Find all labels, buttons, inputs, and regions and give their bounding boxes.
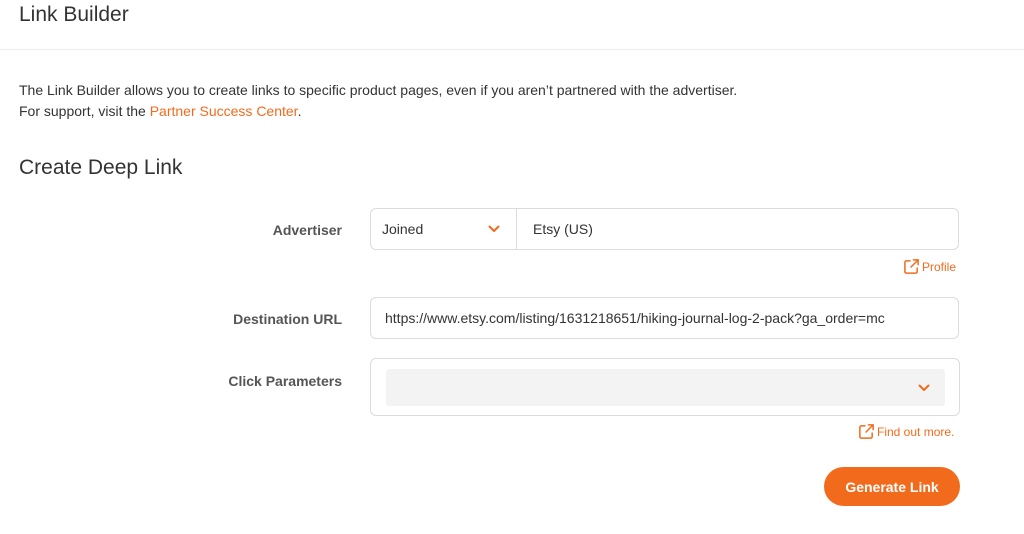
chevron-down-icon	[918, 384, 930, 391]
profile-link-label: Profile	[922, 259, 957, 274]
intro-support-suffix: .	[297, 103, 302, 119]
intro-text: The Link Builder allows you to create li…	[19, 80, 737, 122]
find-out-more-label: Find out more.	[877, 424, 955, 439]
click-parameters-field	[370, 358, 960, 416]
advertiser-label: Advertiser	[272, 222, 342, 238]
advertiser-profile-link[interactable]: Profile	[903, 258, 956, 275]
section-title: Create Deep Link	[19, 156, 183, 179]
advertiser-selected-value[interactable]: Etsy (US)	[517, 221, 593, 237]
page-header: Link Builder	[0, 0, 1024, 50]
generate-link-button[interactable]: Generate Link	[824, 467, 960, 506]
advertiser-filter-select[interactable]: Joined	[371, 209, 517, 249]
intro-support-prefix: For support, visit the	[19, 103, 150, 119]
chevron-down-icon	[488, 225, 500, 232]
advertiser-field: Joined Etsy (US)	[370, 208, 959, 250]
click-parameters-select[interactable]	[386, 369, 945, 406]
find-out-more-link[interactable]: Find out more.	[858, 423, 954, 440]
destination-url-label: Destination URL	[233, 311, 342, 327]
intro-line-1: The Link Builder allows you to create li…	[19, 82, 738, 98]
intro-line-2: For support, visit the Partner Success C…	[19, 101, 737, 122]
advertiser-filter-value: Joined	[382, 221, 424, 237]
click-parameters-label: Click Parameters	[228, 373, 342, 389]
page-title: Link Builder	[19, 3, 129, 26]
partner-success-center-link[interactable]: Partner Success Center	[150, 103, 298, 119]
external-link-icon	[904, 259, 919, 274]
destination-url-input[interactable]	[370, 297, 959, 339]
external-link-icon	[859, 424, 874, 439]
